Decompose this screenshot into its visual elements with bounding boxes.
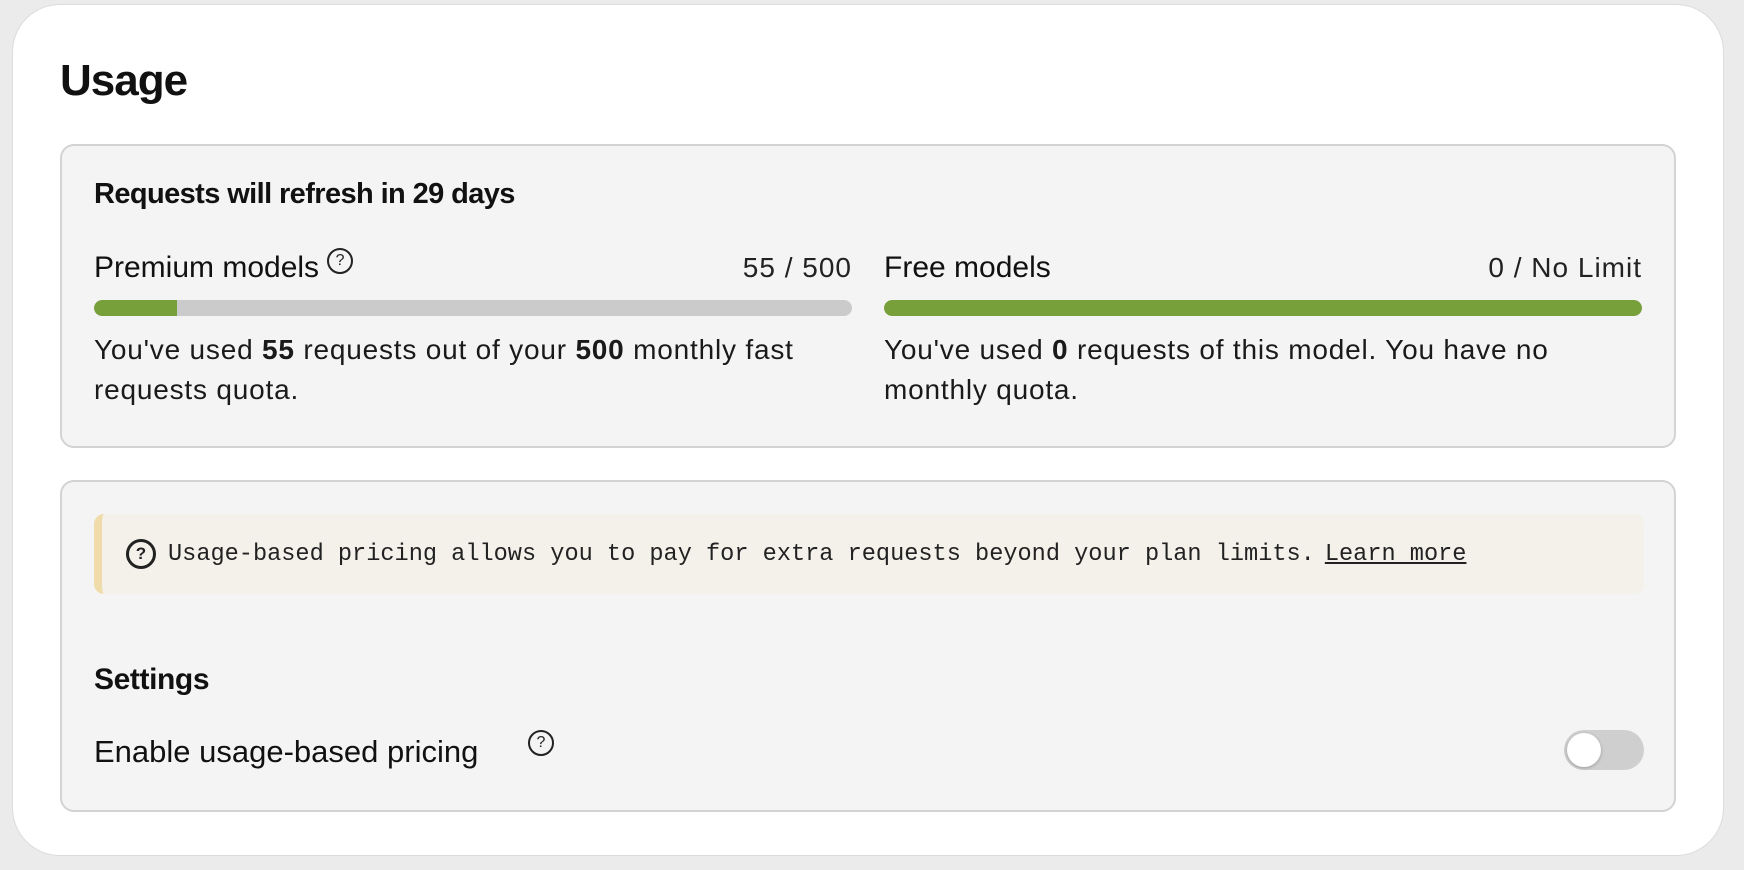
premium-usage-count: 55 / 500 xyxy=(742,252,852,283)
premium-desc-used: 55 xyxy=(262,334,295,365)
usage-page-card: Usage Requests will refresh in 29 days P… xyxy=(12,4,1724,856)
learn-more-link[interactable]: Learn more xyxy=(1325,541,1467,568)
page-title: Usage xyxy=(60,56,188,105)
premium-models-label: Premium models xyxy=(94,251,320,284)
toggle-knob xyxy=(1567,733,1601,767)
usage-pricing-toggle[interactable] xyxy=(1564,730,1644,770)
info-banner-text: Usage-based pricing allows you to pay fo… xyxy=(168,540,1315,568)
settings-title: Settings xyxy=(94,663,210,696)
usage-panel: Requests will refresh in 29 days Premium… xyxy=(60,144,1676,448)
free-usage-count: 0 / No Limit xyxy=(1488,252,1642,283)
usage-pricing-toggle-label: Enable usage-based pricing xyxy=(94,734,479,769)
usage-pricing-setting-row: Enable usage-based pricing ? xyxy=(94,730,1644,774)
premium-desc-limit: 500 xyxy=(575,334,625,365)
premium-help-icon[interactable]: ? xyxy=(327,248,354,274)
free-desc-used: 0 xyxy=(1052,334,1069,365)
free-progress-fill xyxy=(884,300,1642,316)
free-desc-prefix: You've used xyxy=(884,334,1053,365)
premium-usage-description: You've used 55 requests out of your 500 … xyxy=(94,330,852,410)
premium-progress-fill xyxy=(94,300,178,316)
premium-models-meter: Premium models? 55 / 500 You've used 55 … xyxy=(94,248,852,410)
premium-meter-header: Premium models? 55 / 500 xyxy=(94,248,852,290)
free-models-label: Free models xyxy=(884,251,1051,284)
usage-pricing-info-banner: ? Usage-based pricing allows you to pay … xyxy=(94,514,1644,594)
question-circle-icon: ? xyxy=(126,539,156,569)
free-usage-description: You've used 0 requests of this model. Yo… xyxy=(884,330,1642,410)
usage-pricing-help-icon[interactable]: ? xyxy=(528,730,554,756)
free-progress-bar xyxy=(884,300,1642,316)
pricing-panel: ? Usage-based pricing allows you to pay … xyxy=(60,480,1676,812)
premium-desc-prefix: You've used xyxy=(94,334,263,365)
premium-progress-bar xyxy=(94,300,852,316)
free-meter-header: Free models 0 / No Limit xyxy=(884,250,1642,290)
free-models-meter: Free models 0 / No Limit You've used 0 r… xyxy=(884,250,1642,410)
refresh-title: Requests will refresh in 29 days xyxy=(94,178,515,210)
premium-desc-middle: requests out of your xyxy=(294,334,576,365)
